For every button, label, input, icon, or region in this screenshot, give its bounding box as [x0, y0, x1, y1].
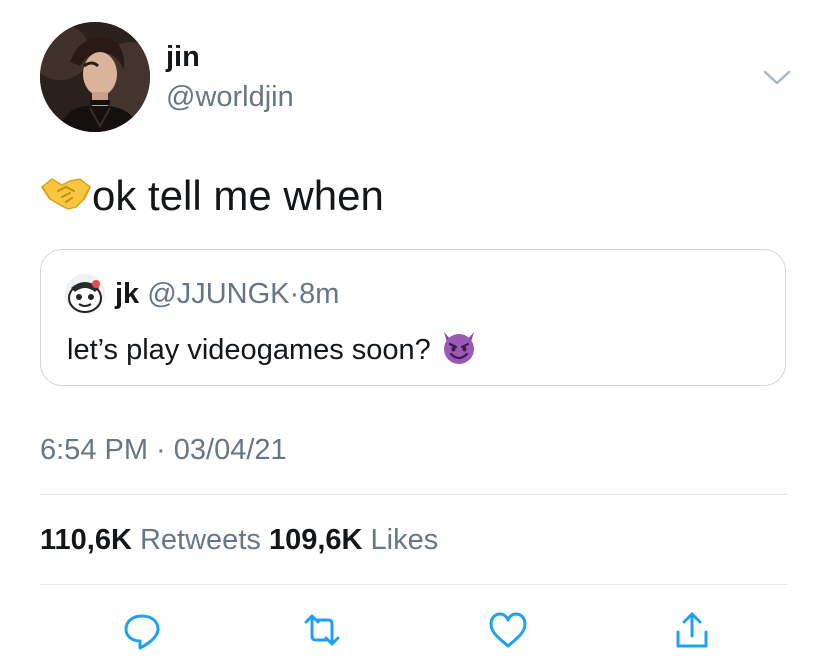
quoted-author-handle[interactable]: @JJUNGK	[147, 278, 289, 310]
tweet-detail: jin @worldjin ok tell me when jk @JJUNGK…	[0, 0, 828, 672]
retweet-icon[interactable]	[300, 608, 344, 652]
handshake-emoji-icon	[40, 171, 92, 227]
divider	[40, 584, 788, 585]
quoted-tweet-card[interactable]: jk @JJUNGK·8m let’s play videogames soon…	[40, 249, 786, 386]
tweet-actions	[0, 600, 828, 660]
retweets-stat[interactable]: 110,6K Retweets	[40, 524, 261, 556]
chevron-down-icon[interactable]	[762, 68, 792, 88]
tweet-text-content: ok tell me when	[92, 172, 384, 219]
smiling-devil-emoji-icon	[439, 326, 479, 377]
quoted-tweet-text-content: let’s play videogames soon?	[67, 334, 431, 367]
author-avatar[interactable]	[40, 22, 150, 132]
quoted-separator: ·	[289, 278, 300, 310]
share-icon[interactable]	[670, 608, 714, 652]
retweets-label: Retweets	[139, 524, 261, 556]
tweet-stats: 110,6K Retweets 109,6K Likes	[40, 522, 438, 558]
like-icon[interactable]	[486, 608, 530, 652]
quoted-time: 8m	[299, 278, 340, 310]
quoted-avatar-photo-icon	[65, 274, 105, 314]
likes-count: 109,6K	[268, 524, 363, 556]
retweets-count: 110,6K	[40, 524, 132, 556]
likes-label: Likes	[370, 524, 439, 556]
tweet-timestamp[interactable]: 6:54 PM · 03/04/21	[40, 432, 287, 468]
author-display-name[interactable]: jin	[166, 40, 200, 74]
quoted-tweet-header: jk @JJUNGK·8m	[115, 276, 339, 312]
quoted-author-avatar[interactable]	[65, 274, 105, 314]
reply-icon[interactable]	[120, 608, 164, 652]
avatar-photo-icon	[40, 22, 150, 132]
quoted-author-name[interactable]: jk	[115, 278, 139, 310]
likes-stat[interactable]: 109,6K Likes	[269, 524, 438, 556]
author-handle[interactable]: @worldjin	[166, 80, 294, 114]
tweet-text: ok tell me when	[40, 170, 384, 227]
quoted-tweet-text: let’s play videogames soon?	[67, 326, 479, 377]
divider	[40, 494, 788, 495]
